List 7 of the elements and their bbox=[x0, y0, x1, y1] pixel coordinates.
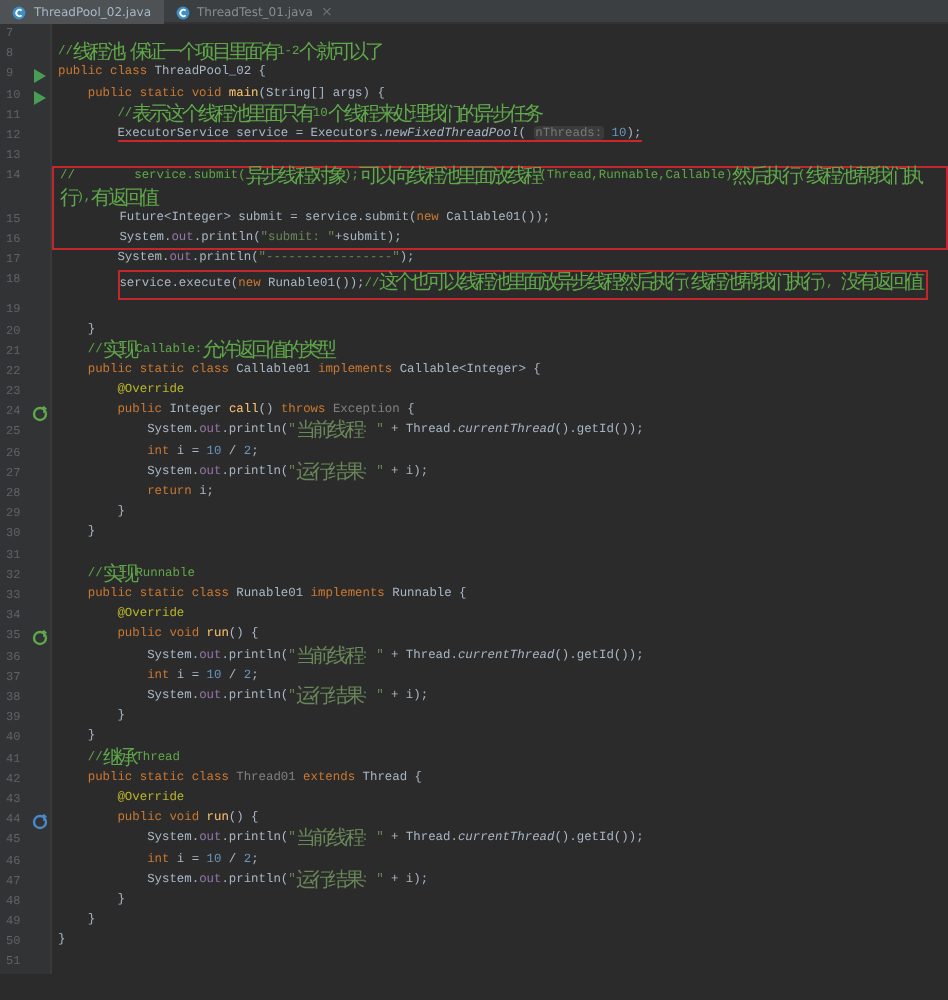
run-icon[interactable] bbox=[32, 68, 48, 85]
implements-icon[interactable] bbox=[32, 406, 48, 423]
implements-icon[interactable] bbox=[32, 630, 48, 647]
run-icon[interactable] bbox=[32, 89, 48, 106]
java-class-icon bbox=[175, 5, 190, 19]
java-class-icon bbox=[12, 5, 26, 19]
overrides-icon[interactable] bbox=[32, 814, 48, 831]
